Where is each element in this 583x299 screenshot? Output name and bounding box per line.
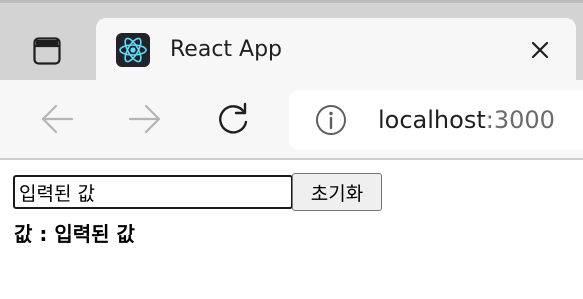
url-host: localhost (378, 106, 486, 134)
url-text: localhost:3000 (378, 106, 555, 134)
url-port: :3000 (485, 106, 555, 134)
tab-strip: React App (0, 0, 583, 82)
reset-button[interactable]: 초기화 (292, 173, 382, 211)
forward-arrow-icon[interactable] (126, 100, 164, 138)
value-display: 값 : 입력된 값 (14, 218, 135, 247)
browser-window: React App localhost:3000 입력된 값 초기화 값: 입… (0, 0, 583, 299)
tab-actions-icon[interactable] (33, 37, 61, 65)
browser-toolbar: localhost:3000 (0, 80, 583, 158)
text-input[interactable] (13, 175, 293, 209)
value-label: 값 : (14, 222, 55, 246)
tab-active[interactable]: React App (96, 18, 576, 82)
back-arrow-icon[interactable] (38, 100, 76, 138)
address-bar[interactable]: localhost:3000 (289, 90, 583, 150)
info-icon[interactable] (315, 104, 347, 136)
close-icon[interactable] (530, 40, 550, 60)
react-logo-icon (116, 33, 150, 67)
reload-icon[interactable] (214, 100, 252, 138)
value-text: 입력된 값 (54, 222, 135, 246)
tab-title: React App (170, 37, 283, 62)
tab-strip-border (0, 0, 583, 3)
page-content: 초기화 값 : 입력된 값 (0, 160, 583, 299)
